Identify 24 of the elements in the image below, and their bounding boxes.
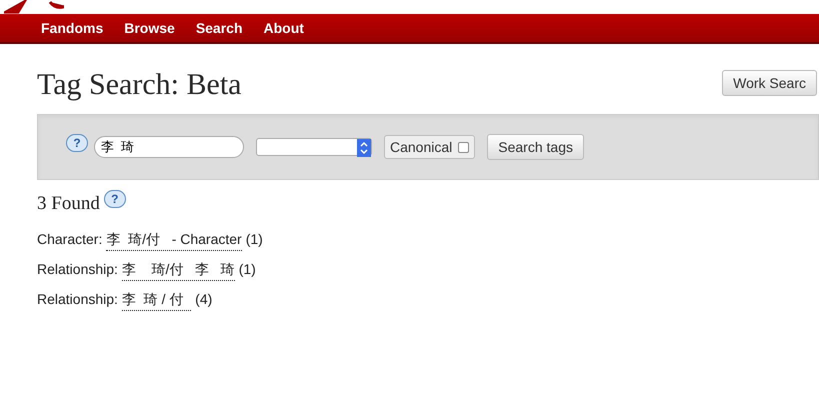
- tag-count: (1): [238, 260, 256, 279]
- nav-link[interactable]: Search: [196, 18, 243, 38]
- results-heading: 3 Found: [37, 192, 100, 216]
- tag-count: (1): [246, 230, 263, 249]
- tag-search-field[interactable]: 李 琦: [94, 136, 244, 158]
- chevron-icon: [357, 139, 371, 157]
- tag-link[interactable]: 李 琦/付 - Character: [106, 228, 242, 250]
- nav-link[interactable]: About: [264, 18, 304, 38]
- page-title: Tag Search: Beta: [37, 67, 242, 103]
- search-tags-button[interactable]: Search tags: [487, 134, 584, 160]
- canonical-checkbox[interactable]: [458, 142, 470, 152]
- nav-link[interactable]: Browse: [124, 18, 175, 38]
- tag-type-label: Relationship:: [37, 260, 118, 279]
- type-dropdown[interactable]: [256, 138, 372, 156]
- tag-link[interactable]: 李 琦 / 付: [122, 288, 192, 310]
- tag-count: (4): [195, 290, 212, 309]
- canonical-toggle[interactable]: Canonical: [384, 135, 476, 159]
- work-search-button[interactable]: Work Searc: [722, 70, 817, 96]
- nav-link[interactable]: Fandoms: [41, 18, 104, 38]
- help-button[interactable]: ?: [104, 190, 126, 208]
- help-button[interactable]: ?: [66, 134, 88, 152]
- tag-type-label: Relationship:: [37, 290, 118, 309]
- tag-link[interactable]: 李 琦/付 李 琦: [122, 258, 235, 280]
- tag-type-label: Character:: [37, 230, 102, 248]
